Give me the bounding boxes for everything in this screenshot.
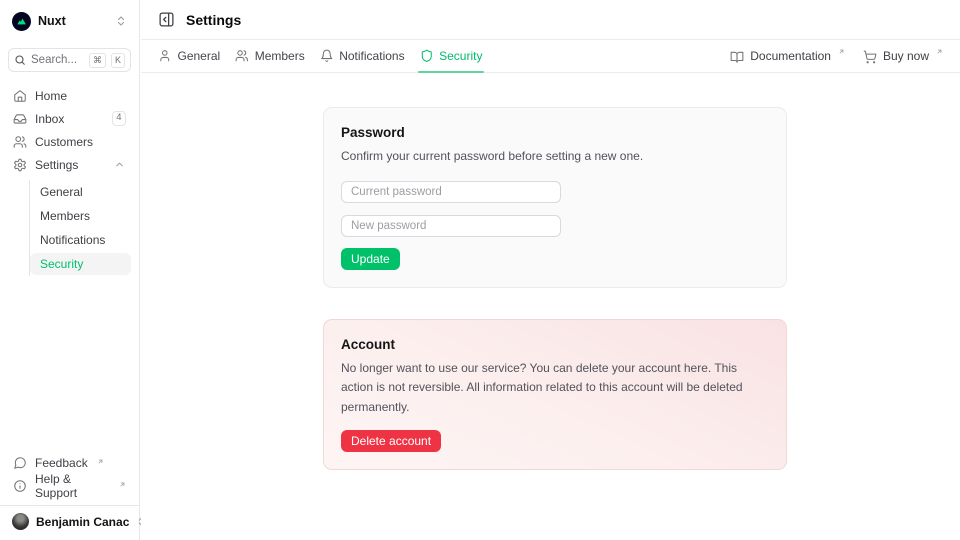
sidebar-spacer	[8, 276, 131, 453]
kbd-k: K	[111, 53, 125, 68]
sidebar-collapse-icon[interactable]	[158, 11, 175, 28]
page-header: Settings	[141, 0, 960, 40]
team-selector[interactable]: Nuxt	[8, 8, 131, 34]
documentation-label: Documentation	[750, 49, 831, 63]
tab-notifications[interactable]: Notifications	[320, 40, 405, 72]
sidebar-item-notifications[interactable]: Notifications	[30, 229, 131, 251]
inbox-count-badge: 4	[112, 111, 126, 126]
user-name: Benjamin Canac	[36, 515, 129, 529]
security-settings-panel: Password Confirm your current password b…	[141, 74, 960, 540]
search-icon	[14, 54, 26, 66]
tab-label: Security	[439, 49, 482, 63]
external-link-icon	[119, 481, 126, 488]
users-icon	[13, 135, 27, 149]
shield-icon	[420, 49, 434, 63]
shopping-cart-icon	[863, 50, 877, 64]
account-card: Account No longer want to use our servic…	[323, 319, 787, 470]
page-title: Settings	[186, 12, 241, 28]
sidebar-item-general[interactable]: General	[30, 181, 131, 203]
tab-label: General	[178, 49, 221, 63]
chevron-up-icon	[114, 159, 126, 171]
tab-label: Members	[255, 49, 305, 63]
search-input[interactable]: Search... ⌘ K	[8, 48, 131, 72]
help-support-link[interactable]: Help & Support	[8, 476, 131, 495]
nuxt-logo-icon	[12, 12, 31, 31]
sidebar-item-label: Inbox	[35, 112, 104, 126]
team-name: Nuxt	[38, 14, 108, 28]
sidebar-item-customers[interactable]: Customers	[8, 132, 131, 151]
tab-members[interactable]: Members	[235, 40, 305, 72]
sidebar-item-members[interactable]: Members	[30, 205, 131, 227]
tab-label: Notifications	[339, 49, 404, 63]
search-placeholder: Search...	[31, 54, 84, 66]
kbd-meta: ⌘	[89, 53, 106, 68]
password-card-title: Password	[341, 125, 769, 140]
bell-icon	[320, 49, 334, 63]
book-open-icon	[730, 50, 744, 64]
sidebar-divider	[0, 505, 139, 506]
buy-now-link[interactable]: Buy now	[863, 49, 943, 64]
tab-general[interactable]: General	[158, 40, 220, 72]
sidebar: Nuxt Search... ⌘ K Home Inbox 4	[0, 0, 140, 540]
tab-security[interactable]: Security	[420, 40, 483, 72]
users-icon	[235, 49, 249, 63]
settings-subnav: General Members Notifications Security	[29, 180, 131, 276]
external-link-icon	[97, 458, 104, 465]
feedback-label: Feedback	[35, 456, 88, 470]
delete-account-button[interactable]: Delete account	[341, 430, 441, 452]
avatar	[12, 513, 29, 530]
user-menu[interactable]: Benjamin Canac	[8, 508, 131, 532]
info-circle-icon	[13, 479, 27, 493]
new-password-field[interactable]	[341, 215, 561, 237]
sidebar-item-label: Home	[35, 89, 126, 103]
external-link-icon	[936, 48, 943, 55]
sidebar-item-settings[interactable]: Settings	[8, 155, 131, 174]
sidebar-item-label: Settings	[35, 158, 106, 172]
password-card: Password Confirm your current password b…	[323, 107, 787, 288]
settings-tabbar: General Members Notifications Security D…	[141, 40, 960, 73]
buy-now-label: Buy now	[883, 49, 929, 63]
help-support-label: Help & Support	[35, 472, 110, 500]
sidebar-item-home[interactable]: Home	[8, 86, 131, 105]
gear-icon	[13, 158, 27, 172]
sidebar-item-inbox[interactable]: Inbox 4	[8, 109, 131, 128]
chat-bubble-icon	[13, 456, 27, 470]
password-card-description: Confirm your current password before set…	[341, 147, 769, 166]
account-card-description: No longer want to use our service? You c…	[341, 359, 769, 417]
current-password-field[interactable]	[341, 181, 561, 203]
inbox-icon	[13, 112, 27, 126]
tabbar-actions: Documentation Buy now	[730, 49, 943, 64]
documentation-link[interactable]: Documentation	[730, 49, 845, 64]
sidebar-item-label: Customers	[35, 135, 126, 149]
feedback-link[interactable]: Feedback	[8, 453, 131, 472]
update-button[interactable]: Update	[341, 248, 400, 270]
home-icon	[13, 89, 27, 103]
user-icon	[158, 49, 172, 63]
sidebar-item-security[interactable]: Security	[30, 253, 131, 275]
sidebar-nav: Home Inbox 4 Customers Settings Gener	[8, 86, 131, 276]
account-card-title: Account	[341, 337, 769, 352]
external-link-icon	[838, 48, 845, 55]
chevrons-up-down-icon	[115, 15, 127, 27]
